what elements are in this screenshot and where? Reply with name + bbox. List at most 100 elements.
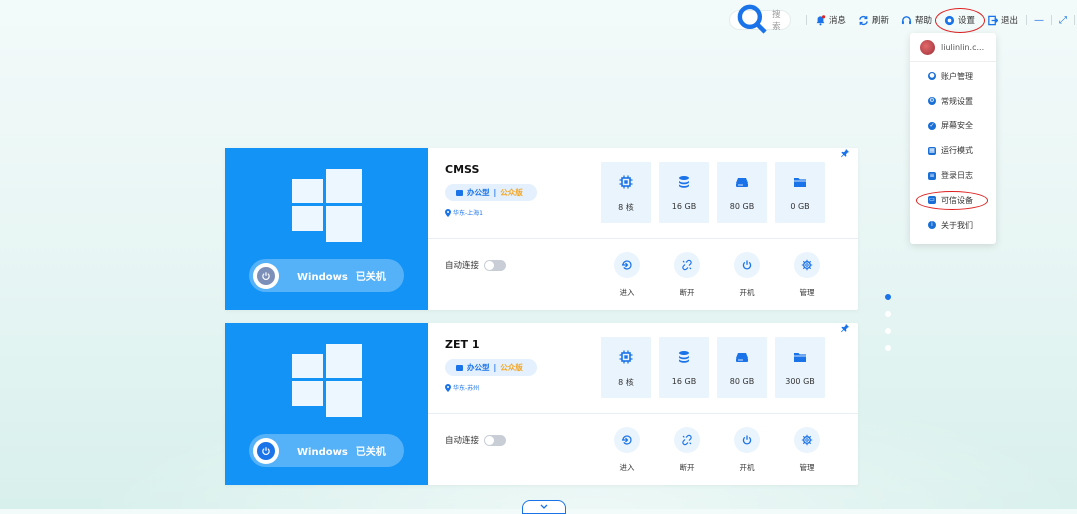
- search-placeholder: 搜索: [772, 10, 781, 32]
- maximize-button[interactable]: ⤢: [1054, 15, 1072, 26]
- manage-button[interactable]: 管理: [789, 252, 825, 298]
- help-label: 帮助: [914, 16, 932, 26]
- auto-connect-label: 自动连接: [445, 436, 480, 446]
- pin-icon[interactable]: [840, 323, 850, 333]
- power-icon: [742, 260, 752, 270]
- power-on-button[interactable]: 开机: [729, 252, 765, 298]
- enter-icon: [622, 435, 632, 445]
- plan-tag: 办公型 | 公众版: [445, 359, 537, 376]
- refresh-button[interactable]: 刷新: [852, 10, 895, 30]
- help-button[interactable]: 帮助: [895, 10, 938, 30]
- os-label: Windows: [297, 447, 348, 458]
- pager-dots: [885, 294, 891, 362]
- pager-dot[interactable]: [885, 294, 891, 300]
- unlink-icon: [682, 259, 692, 271]
- power-status: 已关机: [355, 272, 386, 283]
- database-icon: [679, 176, 689, 188]
- pager-dot[interactable]: [885, 328, 891, 334]
- card-divider: [428, 238, 858, 239]
- enter-button[interactable]: 进入: [609, 252, 645, 298]
- tag-separator: |: [493, 363, 497, 372]
- menu-item-account[interactable]: ● 账户管理: [910, 64, 996, 89]
- messages-button[interactable]: 消息: [809, 10, 852, 30]
- database-icon: [679, 351, 689, 363]
- pager-dot[interactable]: [885, 311, 891, 317]
- data-disk-spec: 300 GB: [775, 337, 825, 398]
- toolbar-divider: [1051, 15, 1052, 25]
- plan-type: 办公型: [467, 363, 490, 372]
- top-toolbar: 搜索 消息 刷新 帮助 设置 退出 — ⤢: [729, 5, 1077, 35]
- pin-icon[interactable]: [840, 148, 850, 158]
- disk-value: 80 GB: [729, 377, 755, 386]
- enter-button[interactable]: 进入: [609, 427, 645, 473]
- logout-label: 退出: [1000, 16, 1018, 26]
- avatar: [920, 40, 935, 55]
- windows-logo-icon: [292, 169, 362, 242]
- menu-item-label: 屏幕安全: [941, 121, 973, 131]
- desktop-preview[interactable]: Windows 已关机: [225, 148, 428, 310]
- gear-icon: [801, 259, 813, 271]
- hard-drive-icon: [736, 178, 748, 187]
- user-profile[interactable]: liulinlin.c...: [910, 33, 996, 62]
- power-on-label: 开机: [739, 288, 755, 297]
- region: 华东-苏州: [445, 383, 537, 392]
- enter-icon: [622, 260, 632, 270]
- manage-label: 管理: [799, 463, 815, 472]
- auto-connect-toggle[interactable]: [484, 434, 507, 446]
- desktop-preview[interactable]: Windows 已关机: [225, 323, 428, 485]
- chevron-down-icon: [540, 504, 548, 509]
- power-on-button[interactable]: 开机: [729, 427, 765, 473]
- auto-connect-label: 自动连接: [445, 261, 480, 271]
- menu-item-run-mode[interactable]: ▦ 运行模式: [910, 138, 996, 163]
- desktop-name: ZET 1: [445, 338, 480, 351]
- log-icon: ≡: [928, 171, 936, 180]
- data-disk-spec: 0 GB: [775, 162, 825, 223]
- manage-label: 管理: [799, 288, 815, 297]
- folder-icon: [794, 178, 806, 187]
- memory-spec: 16 GB: [659, 337, 709, 398]
- briefcase-icon: [456, 364, 463, 371]
- memory-spec: 16 GB: [659, 162, 709, 223]
- desktop-card: Windows 已关机 CMSS 办公型 | 公众版 华东-上海1 8 核 16 …: [225, 148, 858, 310]
- gear-icon: [801, 434, 813, 446]
- auto-connect: 自动连接: [445, 259, 507, 271]
- menu-item-login-log[interactable]: ≡ 登录日志: [910, 163, 996, 188]
- region-label: 华东-苏州: [453, 385, 480, 392]
- minimize-button[interactable]: —: [1029, 15, 1049, 26]
- username: liulinlin.c...: [941, 43, 985, 52]
- shield-icon: ✓: [928, 121, 936, 130]
- pager-dot[interactable]: [885, 345, 891, 351]
- menu-item-label: 常规设置: [941, 96, 973, 106]
- settings-button[interactable]: 设置: [934, 8, 986, 33]
- unlink-icon: [682, 434, 692, 446]
- cpu-value: 8 核: [618, 378, 634, 387]
- region-label: 华东-上海1: [453, 210, 483, 217]
- disconnect-button[interactable]: 断开: [669, 252, 705, 298]
- data-disk-value: 300 GB: [785, 377, 815, 386]
- plan-edition: 公众版: [500, 363, 523, 372]
- info-icon: i: [928, 221, 936, 230]
- menu-item-about[interactable]: i 关于我们: [910, 213, 996, 238]
- desktop-actions: 进入 断开 开机 管理: [609, 427, 825, 473]
- enter-label: 进入: [619, 463, 635, 472]
- search-box[interactable]: 搜索: [729, 5, 790, 35]
- user-dropdown-menu: liulinlin.c... ● 账户管理 ⚙ 常规设置 ✓ 屏幕安全 ▦ 运行…: [910, 33, 996, 244]
- manage-button[interactable]: 管理: [789, 427, 825, 473]
- settings-icon: ⚙: [928, 97, 936, 106]
- auto-connect-toggle[interactable]: [484, 259, 507, 271]
- menu-item-general-settings[interactable]: ⚙ 常规设置: [910, 89, 996, 114]
- expand-button[interactable]: [522, 500, 566, 514]
- menu-item-screen-security[interactable]: ✓ 屏幕安全: [910, 114, 996, 139]
- memory-value: 16 GB: [671, 377, 697, 386]
- power-icon: [742, 435, 752, 445]
- device-icon: ▭: [928, 196, 936, 205]
- tag-separator: |: [493, 188, 497, 197]
- toolbar-divider: [805, 15, 807, 25]
- menu-item-trusted-devices[interactable]: ▭ 可信设备: [910, 188, 996, 213]
- toolbar-divider: [1026, 15, 1027, 25]
- logout-button[interactable]: 退出: [981, 10, 1024, 30]
- disconnect-button[interactable]: 断开: [669, 427, 705, 473]
- power-status-pill[interactable]: Windows 已关机: [249, 434, 404, 467]
- power-status-pill[interactable]: Windows 已关机: [249, 259, 404, 292]
- cpu-spec: 8 核: [601, 162, 651, 223]
